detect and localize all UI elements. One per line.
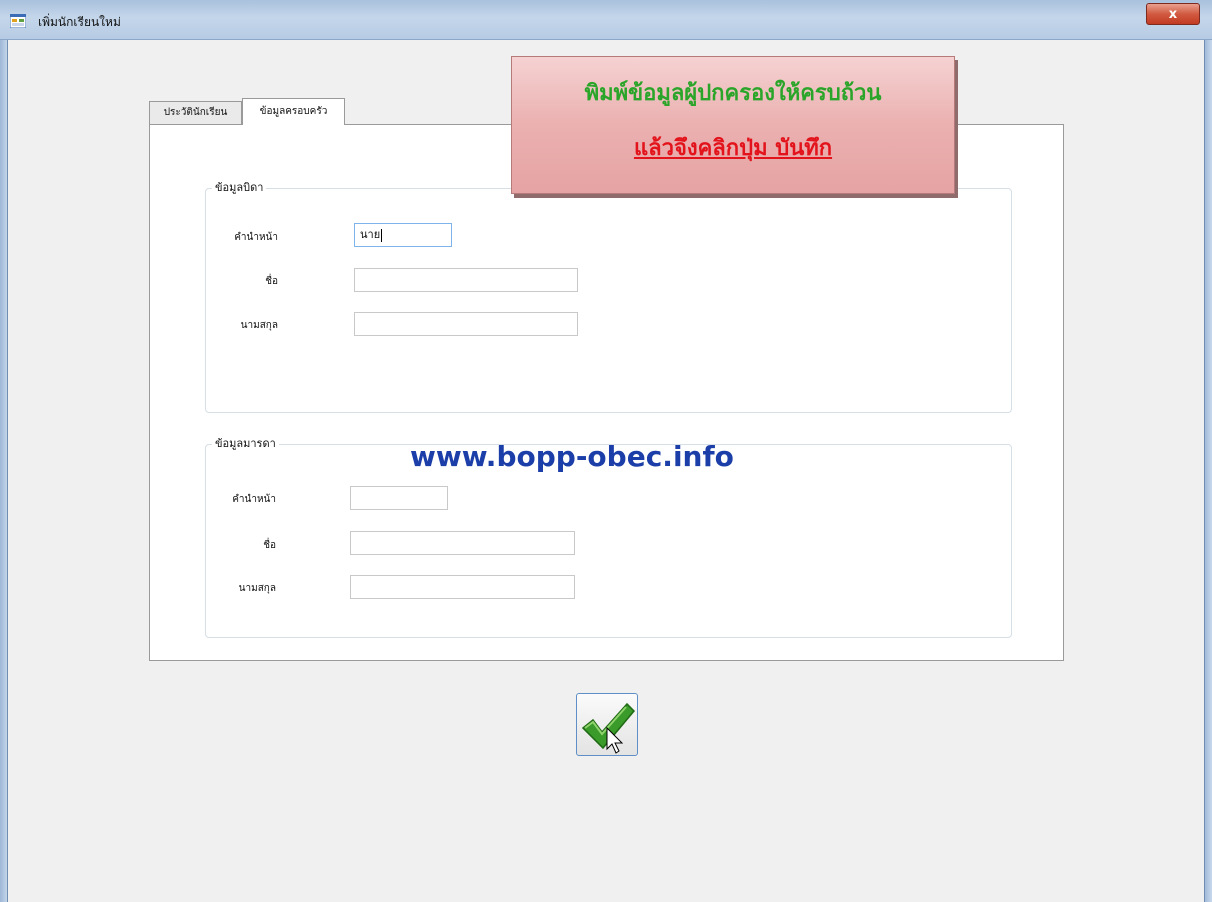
instruction-callout: พิมพ์ข้อมูลผู้ปกครองให้ครบถ้วน แล้วจึงคล… <box>511 56 955 194</box>
father-first-name-label: ชื่อ <box>265 276 278 287</box>
save-button[interactable] <box>576 693 638 756</box>
form-icon <box>9 13 27 29</box>
text-caret <box>381 228 383 242</box>
mother-prefix-input[interactable] <box>350 486 448 510</box>
mother-group-title: ข้อมูลมารดา <box>212 436 279 452</box>
watermark-url: www.bopp-obec.info <box>410 440 734 473</box>
mother-prefix-label: คำนำหน้า <box>232 494 276 505</box>
window-frame-left <box>0 40 8 902</box>
window-title: เพิ่มนักเรียนใหม่ <box>38 15 121 29</box>
mother-last-name-label: นามสกุล <box>238 583 276 594</box>
mother-first-name-input[interactable] <box>350 531 575 555</box>
tab-student-history[interactable]: ประวัตินักเรียน <box>149 101 242 125</box>
father-prefix-input[interactable]: นาย <box>354 223 452 247</box>
mother-first-name-label: ชื่อ <box>263 540 276 551</box>
title-bar: เพิ่มนักเรียนใหม่ x <box>0 0 1212 40</box>
callout-line-1: พิมพ์ข้อมูลผู้ปกครองให้ครบถ้วน <box>584 81 882 106</box>
father-prefix-label: คำนำหน้า <box>234 232 278 243</box>
father-last-name-label: นามสกุล <box>240 320 278 331</box>
mouse-pointer-icon <box>606 726 624 754</box>
father-last-name-input[interactable] <box>354 312 578 336</box>
father-group: ข้อมูลบิดา <box>205 180 1012 413</box>
close-icon: x <box>1168 6 1178 22</box>
father-group-title: ข้อมูลบิดา <box>212 180 267 196</box>
mother-last-name-input[interactable] <box>350 575 575 599</box>
father-first-name-input[interactable] <box>354 268 578 292</box>
window-frame-right <box>1204 40 1212 902</box>
close-button[interactable]: x <box>1146 3 1200 25</box>
callout-line-2: แล้วจึงคลิกปุ่ม บันทึก <box>633 136 833 161</box>
father-prefix-value: นาย <box>360 228 381 241</box>
tab-family-info[interactable]: ข้อมูลครอบครัว <box>242 98 345 125</box>
mother-group: ข้อมูลมารดา <box>205 436 1012 638</box>
